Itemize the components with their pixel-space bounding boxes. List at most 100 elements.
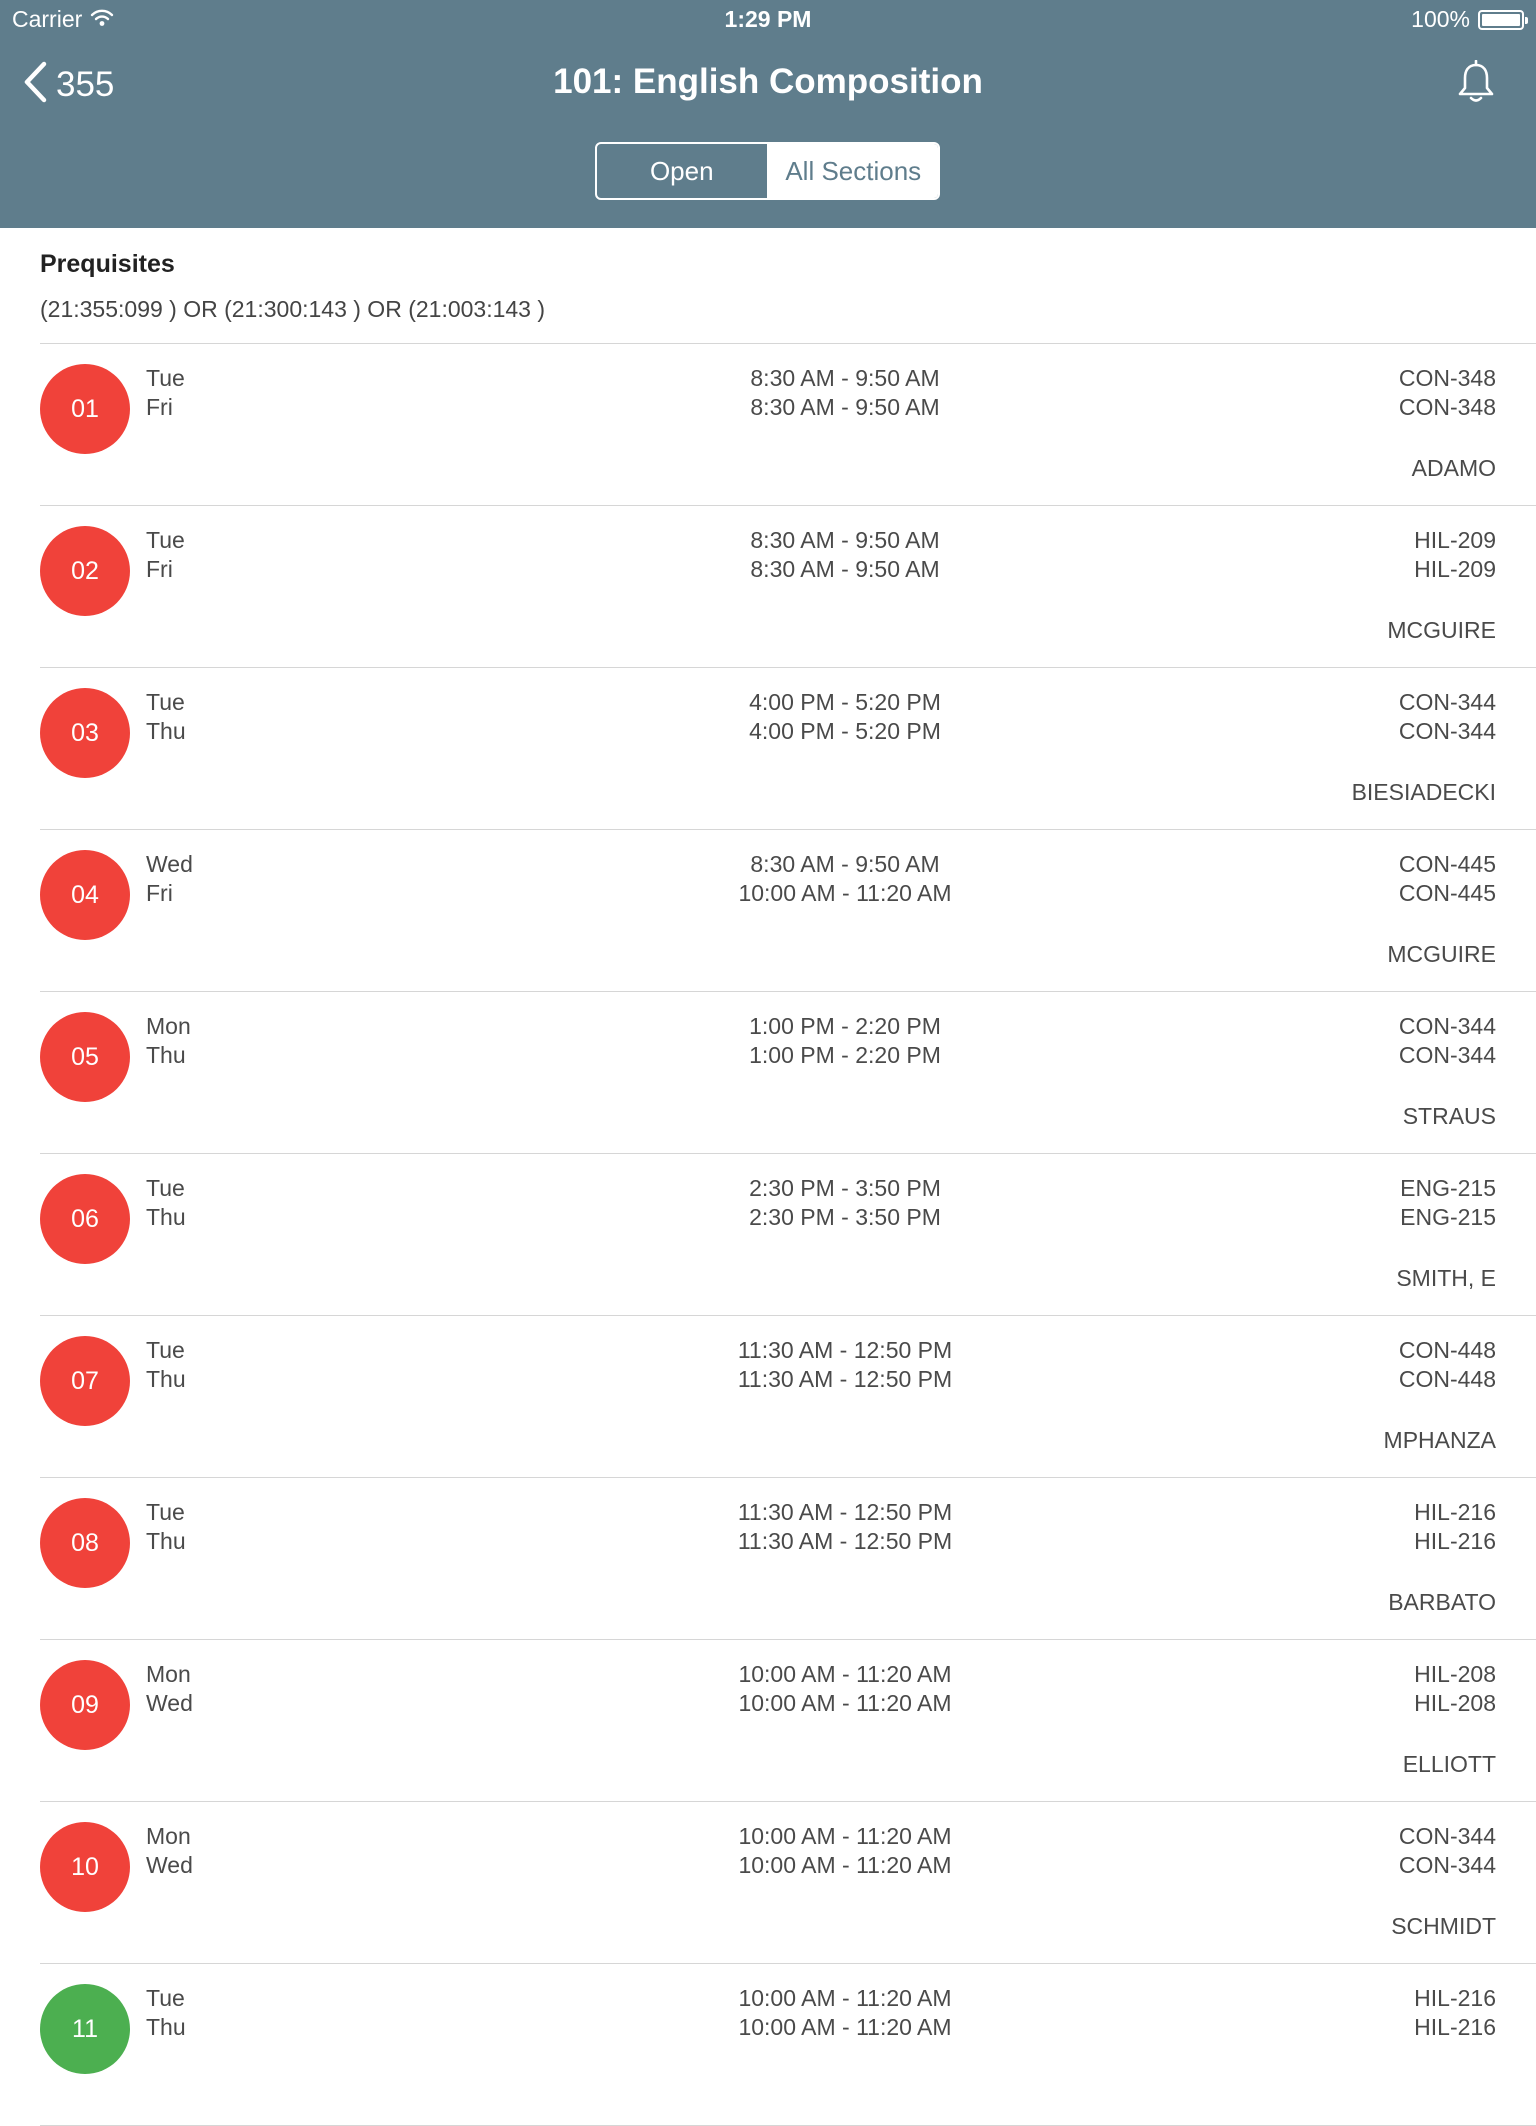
meeting-time: 4:00 PM - 5:20 PM	[749, 718, 941, 744]
meeting-room: HIL-209	[1414, 527, 1496, 553]
meeting-times: 4:00 PM - 5:20 PM 4:00 PM - 5:20 PM	[540, 688, 1150, 746]
meeting-times: 2:30 PM - 3:50 PM 2:30 PM - 3:50 PM	[540, 1174, 1150, 1232]
meeting-day: Thu	[146, 718, 186, 744]
meeting-time: 2:30 PM - 3:50 PM	[749, 1175, 941, 1201]
meeting-day: Thu	[146, 1528, 186, 1554]
status-right: 100%	[1411, 6, 1528, 33]
segment-open[interactable]: Open	[597, 144, 769, 198]
meeting-room: CON-344	[1398, 689, 1496, 715]
meeting-time: 10:00 AM - 11:20 AM	[738, 2014, 952, 2040]
meeting-days: Mon Wed	[146, 1660, 193, 1718]
meeting-room: HIL-216	[1414, 1499, 1496, 1525]
meeting-rooms: ENG-215 ENG-215	[1400, 1174, 1496, 1232]
section-row[interactable]: 06 Tue Thu 2:30 PM - 3:50 PM 2:30 PM - 3:50 …	[40, 1154, 1536, 1316]
meeting-room: CON-344	[1398, 1852, 1496, 1878]
section-number-badge: 03	[40, 688, 130, 778]
meeting-days: Tue Fri	[146, 526, 185, 584]
meeting-room: CON-344	[1398, 1042, 1496, 1068]
instructor-name: BIESIADECKI	[1351, 779, 1496, 805]
instructor-name: STRAUS	[1402, 1103, 1496, 1129]
section-row[interactable]: 08 Tue Thu 11:30 AM - 12:50 PM 11:30 AM - 12…	[40, 1478, 1536, 1640]
instructor-name: SMITH, E	[1396, 1265, 1496, 1291]
meeting-rooms: HIL-209 HIL-209	[1414, 526, 1496, 584]
meeting-days: Tue Thu	[146, 1498, 186, 1556]
meeting-day: Thu	[146, 1204, 186, 1230]
meeting-room: HIL-216	[1414, 1528, 1496, 1554]
section-number-badge: 10	[40, 1822, 130, 1912]
meeting-day: Fri	[146, 880, 173, 906]
meeting-day: Mon	[146, 1823, 191, 1849]
section-row[interactable]: 10 Mon Wed 10:00 AM - 11:20 AM 10:00 AM - 11…	[40, 1802, 1536, 1964]
meeting-day: Tue	[146, 1337, 185, 1363]
section-row[interactable]: 07 Tue Thu 11:30 AM - 12:50 PM 11:30 AM - 12…	[40, 1316, 1536, 1478]
meeting-day: Fri	[146, 556, 173, 582]
meeting-time: 11:30 AM - 12:50 PM	[737, 1528, 953, 1554]
meeting-day: Wed	[146, 1852, 193, 1878]
segment-all-sections[interactable]: All Sections	[768, 144, 938, 198]
notification-button[interactable]	[1456, 59, 1496, 109]
meeting-rooms: CON-344 CON-344	[1399, 1012, 1496, 1070]
meeting-room: HIL-216	[1414, 2014, 1496, 2040]
meeting-room: ENG-215	[1400, 1204, 1496, 1230]
meeting-time: 8:30 AM - 9:50 AM	[750, 394, 940, 420]
meeting-day: Fri	[146, 394, 173, 420]
meeting-room: HIL-208	[1414, 1661, 1496, 1687]
instructor-name: MCGUIRE	[1387, 617, 1496, 643]
section-row[interactable]: 02 Tue Fri 8:30 AM - 9:50 AM 8:30 AM - 9:50 …	[40, 506, 1536, 668]
instructor-name: MCGUIRE	[1387, 941, 1496, 967]
meeting-times: 10:00 AM - 11:20 AM 10:00 AM - 11:20 AM	[540, 1984, 1150, 2042]
section-filter-control: Open All Sections	[595, 142, 940, 200]
meeting-day: Tue	[146, 365, 185, 391]
meeting-rooms: CON-448 CON-448	[1399, 1336, 1496, 1394]
meeting-room: CON-348	[1398, 365, 1496, 391]
meeting-room: CON-445	[1398, 851, 1496, 877]
section-row[interactable]: 11 Tue Thu 10:00 AM - 11:20 AM 10:00 AM - 11…	[40, 1964, 1536, 2126]
meeting-time: 10:00 AM - 11:20 AM	[738, 1985, 952, 2011]
instructor-name: MPHANZA	[1383, 1427, 1496, 1453]
meeting-times: 11:30 AM - 12:50 PM 11:30 AM - 12:50 PM	[540, 1498, 1150, 1556]
instructor-name: SCHMIDT	[1391, 1913, 1496, 1939]
section-list: 01 Tue Fri 8:30 AM - 9:50 AM 8:30 AM - 9:50 …	[0, 344, 1536, 2126]
prerequisites-text: (21:355:099 ) OR (21:300:143 ) OR (21:00…	[40, 296, 546, 322]
meeting-room: CON-348	[1398, 394, 1496, 420]
meeting-day: Thu	[146, 1366, 186, 1392]
meeting-room: CON-344	[1398, 1013, 1496, 1039]
meeting-days: Tue Fri	[146, 364, 185, 422]
section-number-badge: 09	[40, 1660, 130, 1750]
meeting-room: CON-445	[1398, 880, 1496, 906]
instructor-name: ADAMO	[1411, 455, 1496, 481]
meeting-time: 8:30 AM - 9:50 AM	[750, 851, 940, 877]
meeting-rooms: CON-348 CON-348	[1399, 364, 1496, 422]
meeting-days: Wed Fri	[146, 850, 193, 908]
section-row[interactable]: 04 Wed Fri 8:30 AM - 9:50 AM 10:00 AM - 11:2…	[40, 830, 1536, 992]
section-row[interactable]: 01 Tue Fri 8:30 AM - 9:50 AM 8:30 AM - 9:50 …	[40, 344, 1536, 506]
meeting-time: 11:30 AM - 12:50 PM	[737, 1337, 953, 1363]
section-row[interactable]: 09 Mon Wed 10:00 AM - 11:20 AM 10:00 AM - 11…	[40, 1640, 1536, 1802]
meeting-time: 10:00 AM - 11:20 AM	[738, 880, 952, 906]
bell-icon	[1456, 59, 1496, 108]
section-row[interactable]: 05 Mon Thu 1:00 PM - 2:20 PM 1:00 PM - 2:20 …	[40, 992, 1536, 1154]
meeting-time: 10:00 AM - 11:20 AM	[738, 1690, 952, 1716]
section-number-badge: 07	[40, 1336, 130, 1426]
meeting-times: 8:30 AM - 9:50 AM 8:30 AM - 9:50 AM	[540, 364, 1150, 422]
meeting-room: CON-344	[1398, 1823, 1496, 1849]
meeting-times: 8:30 AM - 9:50 AM 8:30 AM - 9:50 AM	[540, 526, 1150, 584]
meeting-times: 10:00 AM - 11:20 AM 10:00 AM - 11:20 AM	[540, 1822, 1150, 1880]
meeting-time: 2:30 PM - 3:50 PM	[749, 1204, 941, 1230]
section-number-badge: 06	[40, 1174, 130, 1264]
status-time: 1:29 PM	[724, 6, 812, 32]
meeting-day: Wed	[146, 851, 193, 877]
meeting-time: 8:30 AM - 9:50 AM	[750, 556, 940, 582]
section-row[interactable]: 03 Tue Thu 4:00 PM - 5:20 PM 4:00 PM - 5:20 …	[40, 668, 1536, 830]
meeting-room: CON-448	[1398, 1337, 1496, 1363]
meeting-time: 11:30 AM - 12:50 PM	[737, 1366, 953, 1392]
meeting-times: 10:00 AM - 11:20 AM 10:00 AM - 11:20 AM	[540, 1660, 1150, 1718]
section-number-badge: 01	[40, 364, 130, 454]
meeting-room: HIL-209	[1414, 556, 1496, 582]
meeting-days: Tue Thu	[146, 1174, 186, 1232]
meeting-room: CON-448	[1398, 1366, 1496, 1392]
meeting-day: Mon	[146, 1661, 191, 1687]
meeting-time: 8:30 AM - 9:50 AM	[750, 527, 940, 553]
meeting-rooms: CON-344 CON-344	[1399, 688, 1496, 746]
meeting-rooms: HIL-216 HIL-216	[1414, 1984, 1496, 2042]
